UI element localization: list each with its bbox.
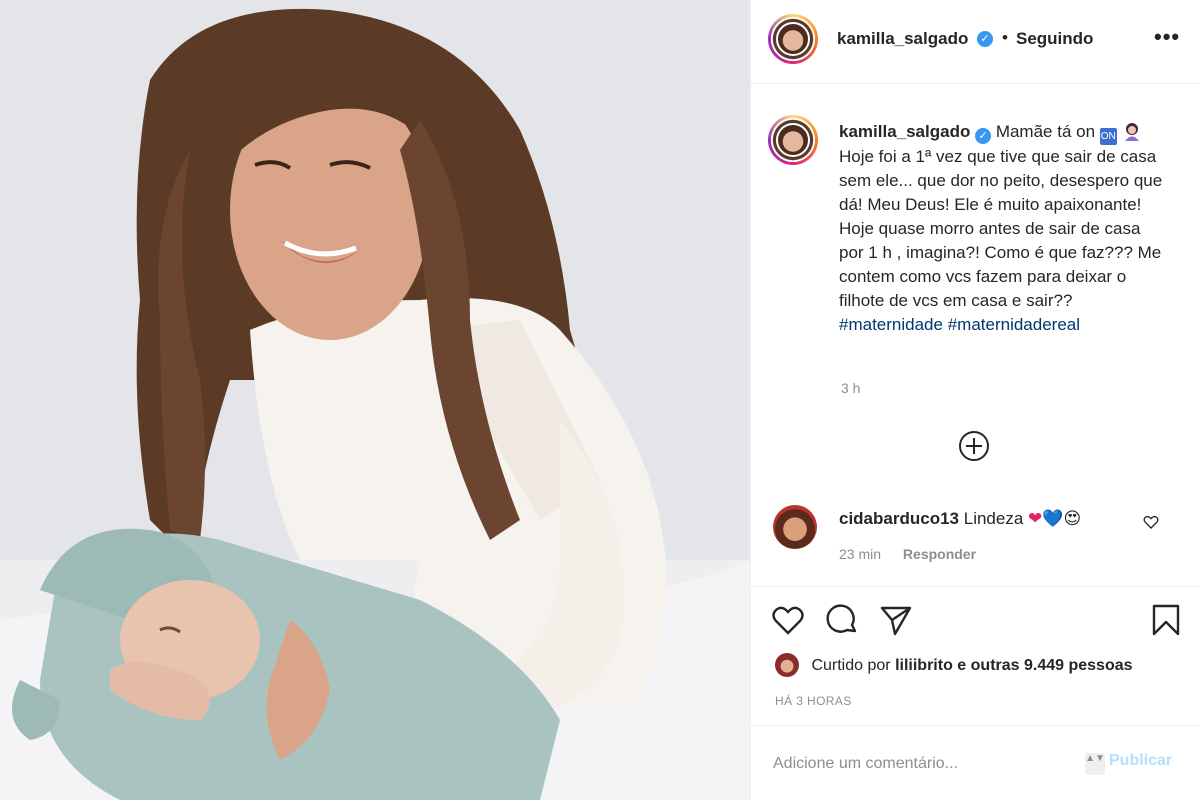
post-timestamp[interactable]: HÁ 3 HORAS [775, 694, 852, 708]
add-comment-bar: ▲▼ Publicar [751, 725, 1200, 800]
reply-button[interactable]: Responder [903, 546, 976, 562]
like-icon[interactable] [771, 603, 805, 637]
commenter-avatar[interactable] [773, 505, 817, 549]
heart-eyes-emoji: 😍 [1063, 509, 1082, 528]
publish-button[interactable]: Publicar [1109, 752, 1172, 770]
caption-body: Hoje foi a 1ª vez que tive que sair de c… [839, 147, 1163, 310]
verified-badge-icon: ✓ [977, 31, 993, 47]
post-photo-illustration [0, 0, 750, 800]
likes-summary: Curtido por liliibrito e outras 9.449 pe… [775, 653, 1133, 677]
comment-message: Lindeza [963, 509, 1024, 528]
on-emoji-icon: ON [1099, 128, 1117, 145]
more-options-icon[interactable]: ••• [1154, 24, 1180, 50]
blue-heart-emoji: 💙 [1042, 509, 1064, 528]
woman-emoji-icon [1124, 123, 1139, 141]
likes-prefix: Curtido por [811, 657, 891, 674]
load-more-comments-icon[interactable] [958, 430, 990, 462]
comment-text: cidabarduco13 Lindeza ❤💙😍 [839, 509, 1081, 529]
save-icon[interactable] [1149, 603, 1183, 637]
author-avatar[interactable] [768, 14, 818, 64]
red-heart-emoji: ❤ [1028, 509, 1043, 528]
separator-dot: • [1002, 28, 1008, 47]
caption-verified-badge-icon: ✓ [975, 128, 992, 144]
following-button[interactable]: Seguindo [1016, 29, 1093, 49]
spinner-icon: ▲▼ [1085, 753, 1105, 775]
comment-input[interactable] [773, 752, 1083, 776]
caption-username[interactable]: kamilla_salgado [839, 122, 970, 141]
share-icon[interactable] [879, 603, 913, 637]
post-sidebar: kamilla_salgado ✓ • Seguindo ••• kamilla… [750, 0, 1200, 800]
caption-avatar[interactable] [768, 115, 818, 165]
likes-count[interactable]: e outras 9.449 pessoas [957, 657, 1132, 674]
commenter-username[interactable]: cidabarduco13 [839, 509, 959, 528]
post-header: kamilla_salgado ✓ • Seguindo ••• [751, 0, 1200, 84]
hashtag-link[interactable]: #maternidade [839, 315, 943, 334]
post-photo[interactable] [0, 0, 750, 800]
comment-icon[interactable] [825, 603, 859, 637]
caption-timestamp[interactable]: 3 h [841, 380, 860, 396]
liker-username[interactable]: liliibrito [895, 657, 953, 674]
comment-like-icon[interactable] [1143, 514, 1159, 530]
author-username[interactable]: kamilla_salgado [837, 29, 968, 49]
caption-intro: Mamãe tá on [995, 122, 1096, 141]
comment-age[interactable]: 23 min [839, 546, 881, 562]
liker-avatar[interactable] [775, 653, 799, 677]
comment-meta: 23 min Responder [839, 546, 976, 562]
caption-text: kamilla_salgado ✓ Mamãe tá on ON Hoje fo… [839, 120, 1169, 337]
action-section: Curtido por liliibrito e outras 9.449 pe… [751, 586, 1200, 800]
hashtag-link[interactable]: #maternidadereal [948, 315, 1080, 334]
